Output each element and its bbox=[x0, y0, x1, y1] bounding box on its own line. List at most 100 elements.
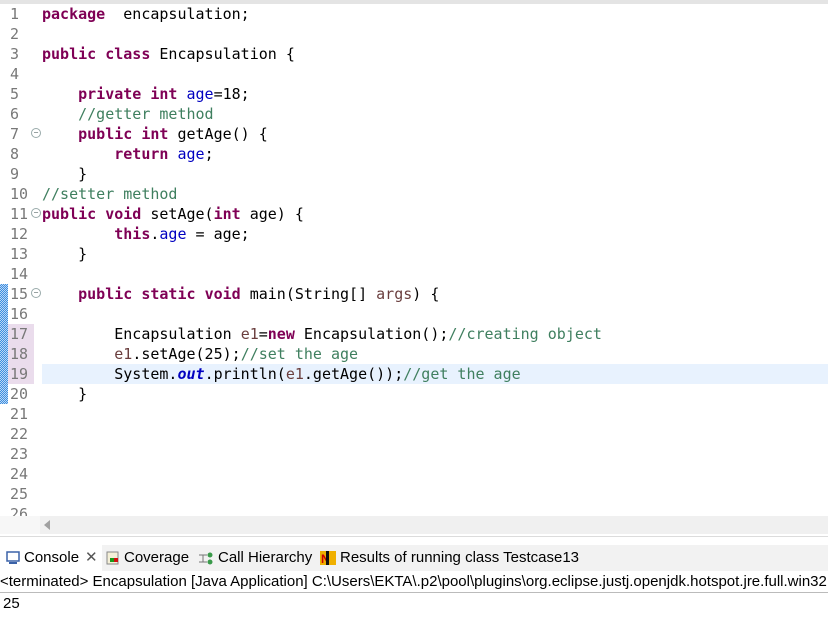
line-number: 24 bbox=[10, 465, 29, 483]
code-line[interactable]: 21 bbox=[0, 404, 828, 424]
console-output[interactable]: 25 bbox=[3, 594, 20, 614]
code-line[interactable]: 17 Encapsulation e1=new Encapsulation();… bbox=[0, 324, 828, 344]
code-line[interactable]: 13 } bbox=[0, 244, 828, 264]
code-token: int bbox=[150, 85, 178, 103]
scroll-left-icon[interactable] bbox=[44, 520, 50, 530]
line-number: 13 bbox=[10, 245, 29, 263]
line-number: 12 bbox=[10, 225, 29, 243]
code-line[interactable]: 16 bbox=[0, 304, 828, 324]
bottom-panel-tabs: Console ✕ Coverage Call Hierarchy N Resu… bbox=[0, 545, 828, 571]
code-line[interactable]: 19 System.out.println(e1.getAge());//get… bbox=[0, 364, 828, 384]
code-token: =18; bbox=[213, 85, 250, 103]
code-text: //setter method bbox=[42, 184, 828, 204]
tab-testng-results[interactable]: N Results of running class Testcase13 bbox=[320, 545, 579, 571]
code-token: //creating object bbox=[448, 325, 602, 343]
code-token: age bbox=[186, 85, 214, 103]
code-line[interactable]: 26 bbox=[0, 504, 828, 516]
code-text: } bbox=[42, 244, 828, 264]
code-line[interactable]: 3 public class Encapsulation { bbox=[0, 44, 828, 64]
code-token: new bbox=[267, 325, 295, 343]
fold-toggle-icon[interactable]: − bbox=[31, 128, 41, 138]
code-token: class bbox=[105, 45, 151, 63]
code-line[interactable]: 9 } bbox=[0, 164, 828, 184]
code-text: this.age = age; bbox=[42, 224, 828, 244]
code-line[interactable]: 22 bbox=[0, 424, 828, 444]
code-text: System.out.println(e1.getAge());//get th… bbox=[42, 364, 828, 384]
code-line[interactable]: 4 bbox=[0, 64, 828, 84]
code-token: void bbox=[204, 285, 241, 303]
code-line[interactable]: 25 bbox=[0, 484, 828, 504]
code-token: public bbox=[42, 45, 97, 63]
code-token: Encapsulation bbox=[42, 325, 241, 343]
code-token: Encapsulation(); bbox=[294, 325, 449, 343]
line-number: 9 bbox=[10, 165, 20, 183]
code-line[interactable]: 8 return age; bbox=[0, 144, 828, 164]
fold-toggle-icon[interactable]: − bbox=[31, 208, 41, 218]
line-number: 23 bbox=[10, 445, 29, 463]
code-token: setAge( bbox=[141, 205, 214, 223]
code-line[interactable]: 1 package encapsulation; bbox=[0, 4, 828, 24]
code-line[interactable]: 12 this.age = age; bbox=[0, 224, 828, 244]
line-number: 15 bbox=[10, 285, 29, 303]
line-number: 26 bbox=[10, 505, 29, 516]
code-line[interactable]: 2 bbox=[0, 24, 828, 44]
code-line[interactable]: 6 //getter method bbox=[0, 104, 828, 124]
tab-label: Call Hierarchy bbox=[218, 549, 313, 566]
code-token: .println( bbox=[204, 365, 286, 383]
tab-label: Results of running class Testcase13 bbox=[340, 549, 580, 566]
line-number: 3 bbox=[10, 45, 20, 63]
code-token: age bbox=[159, 225, 187, 243]
code-text: Encapsulation e1=new Encapsulation();//c… bbox=[42, 324, 828, 344]
code-token: public bbox=[78, 285, 133, 303]
code-editor[interactable]: 1 package encapsulation; 2 3 public class En… bbox=[0, 4, 828, 516]
line-number: 11 bbox=[10, 205, 29, 223]
line-number: 6 bbox=[10, 105, 20, 123]
code-line[interactable]: 14 bbox=[0, 264, 828, 284]
code-line[interactable]: 20 } bbox=[0, 384, 828, 404]
code-token: static bbox=[141, 285, 196, 303]
code-token: .setAge(25); bbox=[132, 345, 241, 363]
console-icon bbox=[6, 551, 20, 564]
code-line[interactable]: 24 bbox=[0, 464, 828, 484]
close-icon[interactable]: ✕ bbox=[85, 545, 98, 571]
code-token: ) { bbox=[412, 285, 440, 303]
code-line[interactable]: 23 bbox=[0, 444, 828, 464]
line-number: 1 bbox=[10, 5, 20, 23]
code-line[interactable]: 5 private int age=18; bbox=[0, 84, 828, 104]
code-token: } bbox=[42, 385, 88, 403]
code-line[interactable]: 10 //setter method bbox=[0, 184, 828, 204]
tab-coverage[interactable]: Coverage bbox=[106, 545, 189, 571]
code-token: = age; bbox=[186, 225, 250, 243]
code-text: //getter method bbox=[42, 104, 828, 124]
code-token: //get the age bbox=[403, 365, 521, 383]
code-text: e1.setAge(25);//set the age bbox=[42, 344, 828, 364]
code-text: } bbox=[42, 164, 828, 184]
code-line[interactable]: 11− public void setAge(int age) { bbox=[0, 204, 828, 224]
code-text: public void setAge(int age) { bbox=[42, 204, 828, 224]
tab-call-hierarchy[interactable]: Call Hierarchy bbox=[198, 545, 312, 571]
tab-console[interactable]: Console ✕ bbox=[0, 545, 102, 571]
testng-icon: N bbox=[320, 551, 336, 566]
code-token: public bbox=[78, 125, 133, 143]
line-number: 7 bbox=[10, 125, 20, 143]
line-number: 14 bbox=[10, 265, 29, 283]
code-line[interactable]: 7 − public int getAge() { bbox=[0, 124, 828, 144]
line-number: 20 bbox=[10, 385, 29, 403]
code-token: package bbox=[42, 5, 106, 23]
code-text: public int getAge() { bbox=[42, 124, 828, 144]
horizontal-scrollbar[interactable] bbox=[40, 516, 828, 534]
code-token: System. bbox=[42, 365, 178, 383]
line-number: 25 bbox=[10, 485, 29, 503]
code-line[interactable]: 18 e1.setAge(25);//set the age bbox=[0, 344, 828, 364]
code-text: public class Encapsulation { bbox=[42, 44, 828, 64]
code-token: private bbox=[78, 85, 142, 103]
code-line[interactable]: 15− public static void main(String[] arg… bbox=[0, 284, 828, 304]
fold-toggle-icon[interactable]: − bbox=[31, 288, 41, 298]
code-token: encapsulation; bbox=[105, 5, 250, 23]
